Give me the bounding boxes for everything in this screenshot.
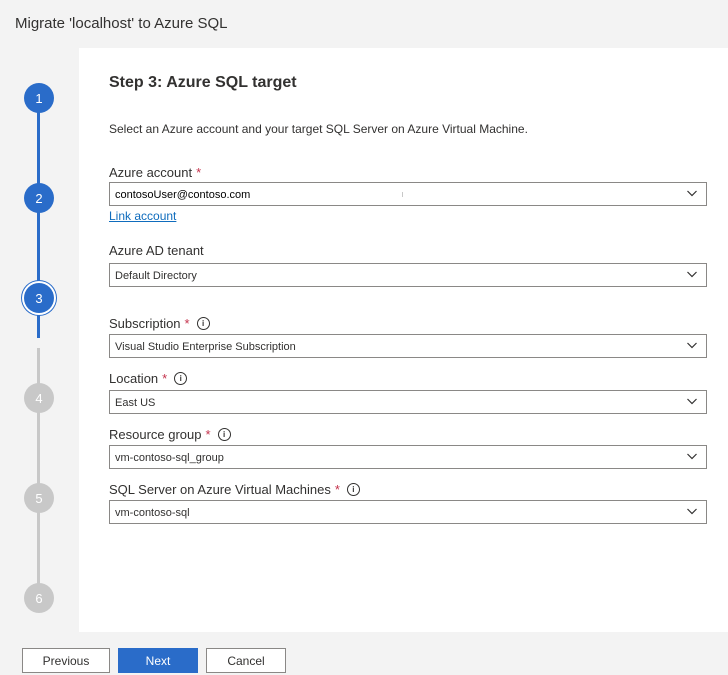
chevron-down-icon [687, 271, 697, 278]
resource-group-label-text: Resource group [109, 427, 202, 442]
sql-server-dropdown[interactable]: vm-contoso-sql [109, 500, 707, 524]
chevron-down-icon [687, 453, 697, 460]
step-6: 6 [24, 583, 54, 613]
required-marker: * [196, 165, 202, 180]
chevron-down-icon [687, 398, 697, 405]
location-dropdown[interactable]: East US [109, 390, 707, 414]
location-value: East US [115, 397, 156, 409]
info-icon[interactable]: i [346, 483, 360, 496]
title-bar: Migrate 'localhost' to Azure SQL [0, 0, 728, 48]
step-5: 5 [24, 483, 54, 513]
resource-group-dropdown[interactable]: vm-contoso-sql_group [109, 445, 707, 469]
subscription-label-text: Subscription [109, 316, 181, 331]
azure-account-label-text: Azure account [109, 165, 193, 180]
step-2[interactable]: 2 [24, 183, 54, 213]
link-account-link[interactable]: Link account [109, 209, 176, 223]
tenant-value: Default Directory [115, 270, 197, 282]
resource-group-label: Resource group * i [109, 427, 231, 442]
step-4: 4 [24, 383, 54, 413]
sql-server-value: vm-contoso-sql [115, 507, 190, 519]
previous-button[interactable]: Previous [22, 648, 110, 673]
cancel-button[interactable]: Cancel [206, 648, 286, 673]
required-marker: * [334, 482, 340, 497]
chevron-down-icon [687, 190, 697, 197]
subscription-dropdown[interactable]: Visual Studio Enterprise Subscription [109, 334, 707, 358]
footer-bar: Previous Next Cancel [0, 632, 728, 675]
info-icon[interactable]: i [174, 372, 188, 385]
tenant-label: Azure AD tenant [109, 243, 204, 258]
required-marker: * [162, 371, 168, 386]
info-icon[interactable]: i [196, 317, 210, 330]
sql-server-label: SQL Server on Azure Virtual Machines * i [109, 482, 360, 497]
subscription-value: Visual Studio Enterprise Subscription [115, 341, 296, 353]
azure-account-value: contosoUser@contoso.com [115, 189, 251, 201]
resource-group-value: vm-contoso-sql_group [115, 452, 224, 464]
main-panel: Step 3: Azure SQL target Select an Azure… [79, 48, 728, 632]
page-description: Select an Azure account and your target … [109, 122, 528, 136]
chevron-down-icon [687, 342, 697, 349]
window-title: Migrate 'localhost' to Azure SQL [15, 15, 228, 32]
info-icon[interactable]: i [217, 428, 231, 441]
divider-tick [402, 192, 403, 197]
step-3[interactable]: 3 [24, 283, 54, 313]
sql-server-label-text: SQL Server on Azure Virtual Machines [109, 482, 331, 497]
location-label: Location * i [109, 371, 188, 386]
azure-account-label: Azure account * [109, 165, 201, 180]
tenant-label-text: Azure AD tenant [109, 243, 204, 258]
next-button[interactable]: Next [118, 648, 198, 673]
azure-account-dropdown[interactable]: contosoUser@contoso.com [109, 182, 707, 206]
step-1[interactable]: 1 [24, 83, 54, 113]
tenant-dropdown[interactable]: Default Directory [109, 263, 707, 287]
wizard-stepper: 1 2 3 4 5 6 [0, 48, 79, 632]
required-marker: * [184, 316, 190, 331]
subscription-label: Subscription * i [109, 316, 210, 331]
page-title: Step 3: Azure SQL target [109, 74, 297, 91]
chevron-down-icon [687, 508, 697, 515]
required-marker: * [205, 427, 211, 442]
location-label-text: Location [109, 371, 159, 386]
